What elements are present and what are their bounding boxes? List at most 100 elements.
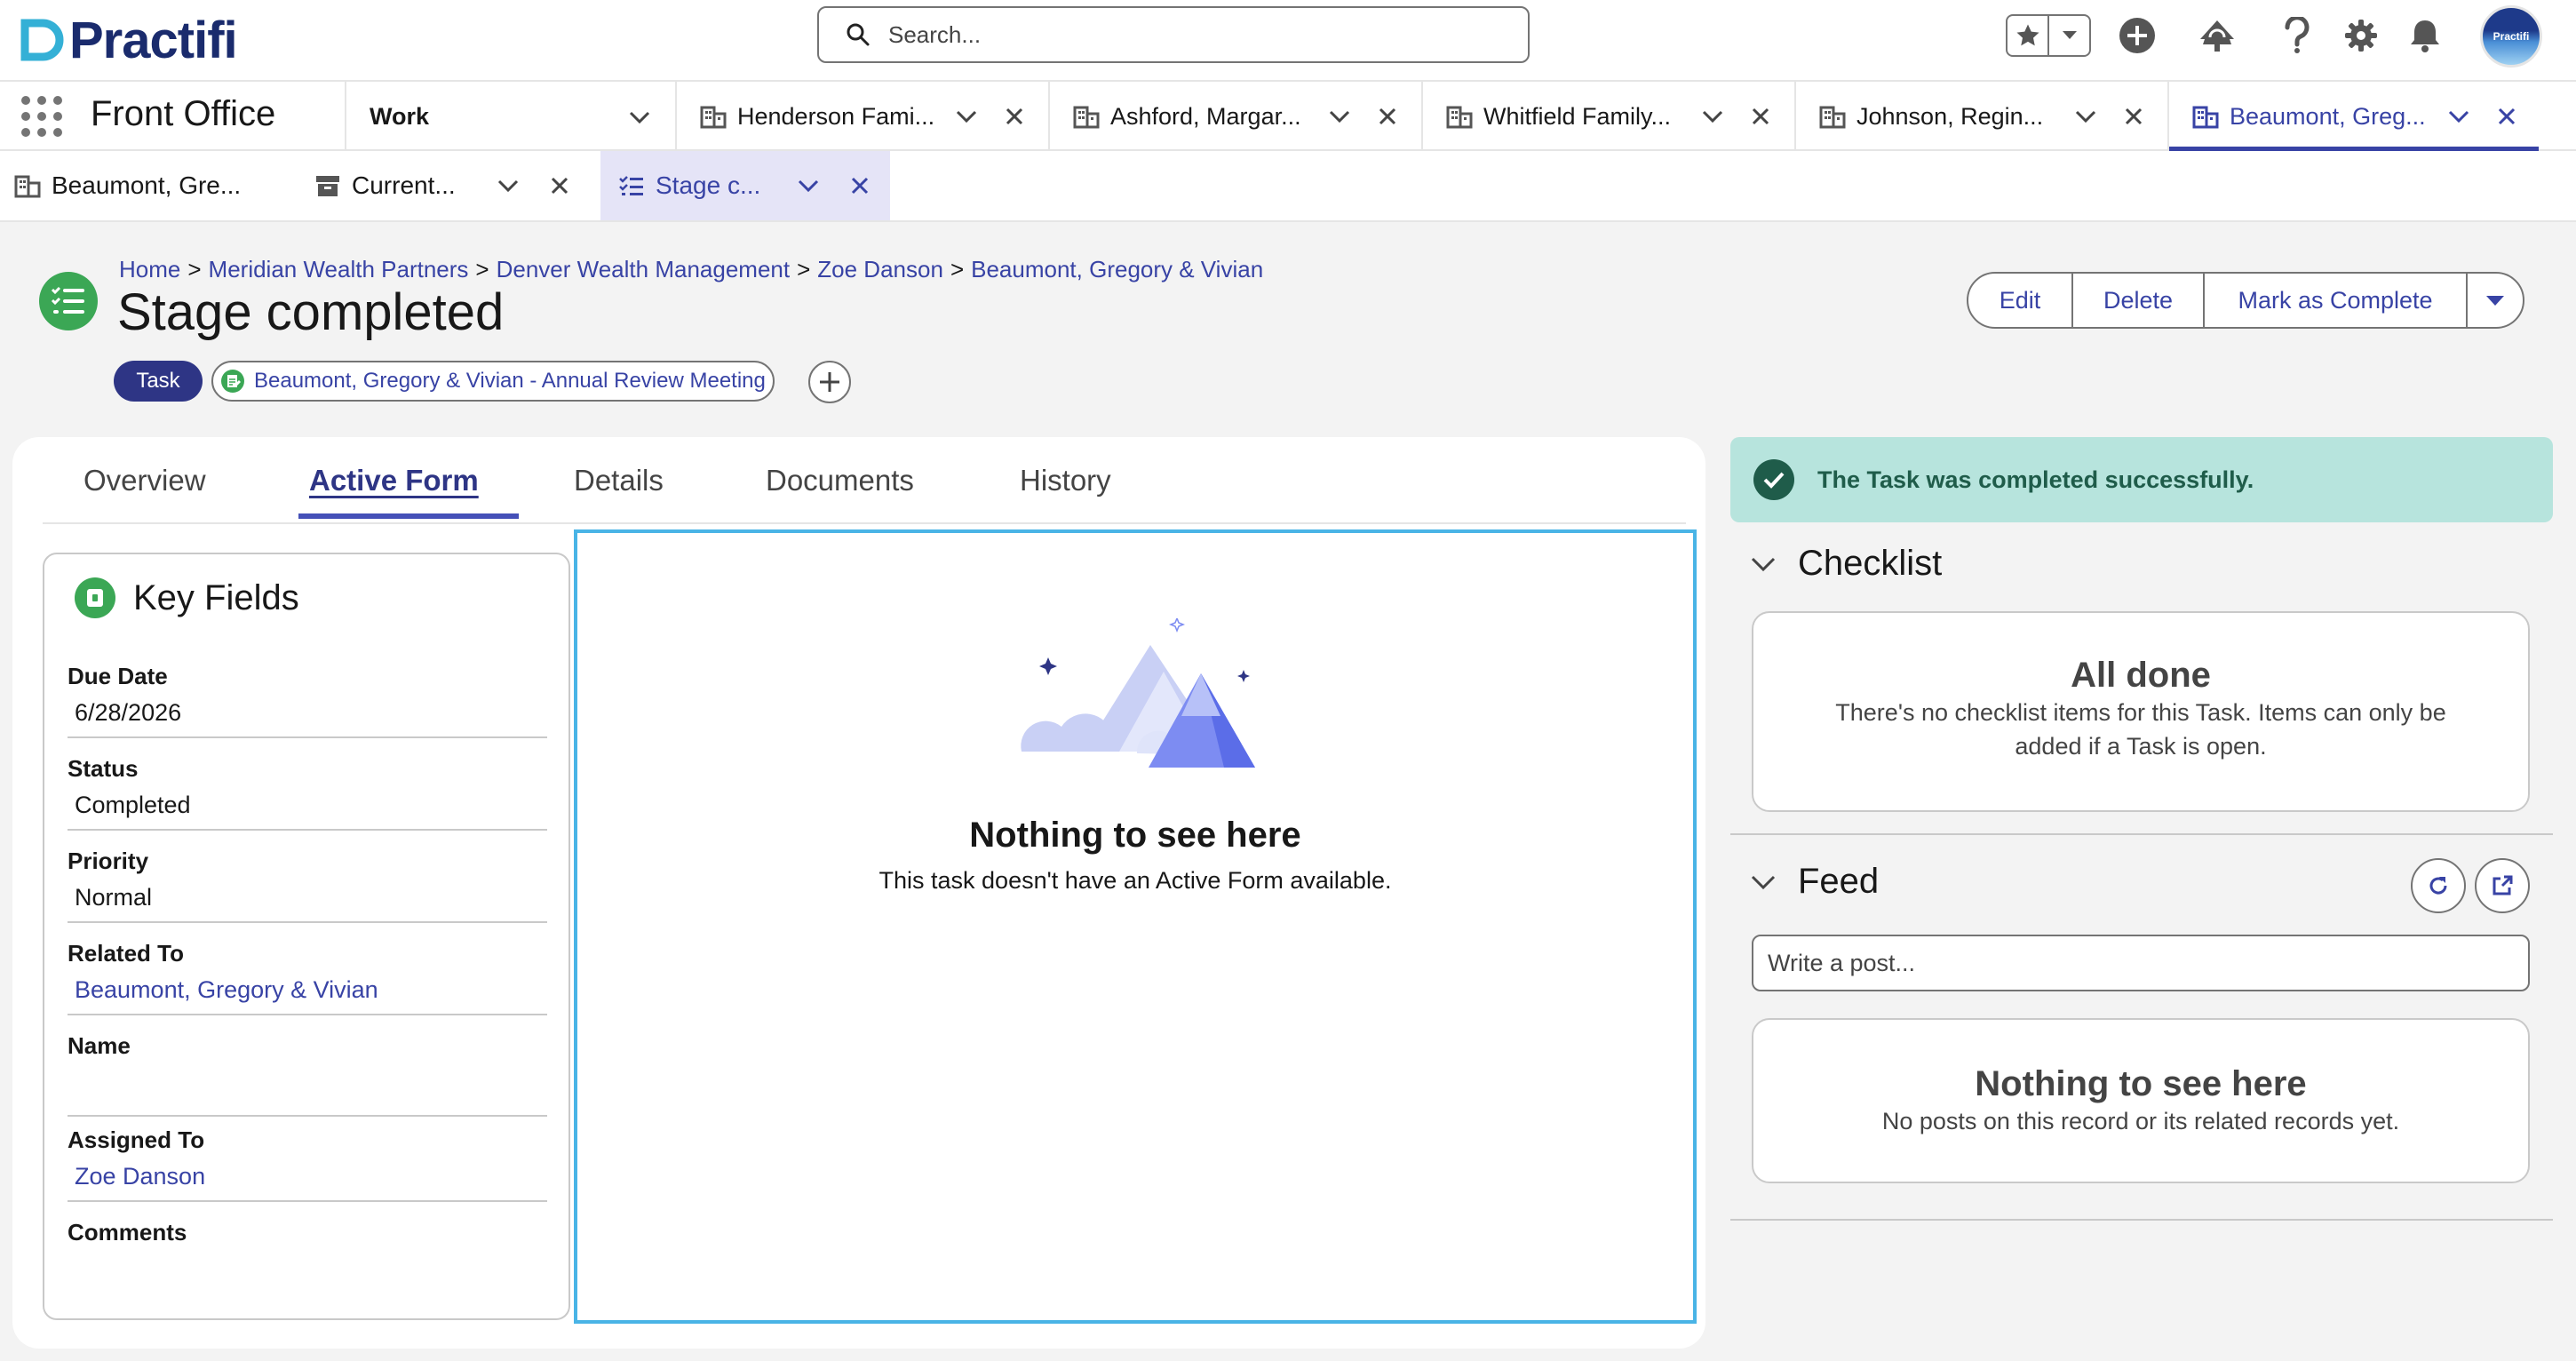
nav-tab-ashford[interactable]: Ashford, Margar... bbox=[1048, 82, 1421, 151]
archive-icon bbox=[316, 176, 339, 196]
gear-icon bbox=[2345, 20, 2377, 52]
toast-message: The Task was completed successfully. bbox=[1817, 466, 2254, 493]
record-tabset: Overview Active Form Details Documents H… bbox=[43, 437, 1686, 524]
nav-tab-label: Whitfield Family... bbox=[1483, 102, 1672, 130]
breadcrumb-meridian[interactable]: Meridian Wealth Partners bbox=[209, 256, 469, 283]
meeting-icon bbox=[221, 370, 244, 393]
notifications-button[interactable] bbox=[2402, 12, 2448, 59]
chevron-down-icon[interactable] bbox=[2446, 104, 2471, 129]
field-assigned-to: Assigned To Zoe Danson bbox=[68, 1126, 547, 1202]
breadcrumb-beaumont[interactable]: Beaumont, Gregory & Vivian bbox=[971, 256, 1263, 283]
subtab-current[interactable]: Current... bbox=[314, 151, 602, 220]
chevron-down-icon bbox=[2062, 31, 2077, 39]
more-actions-button[interactable] bbox=[2468, 274, 2523, 327]
plus-circle-icon bbox=[2119, 18, 2155, 53]
close-icon[interactable] bbox=[2496, 106, 2517, 127]
plus-icon bbox=[820, 372, 839, 392]
open-feed-button[interactable] bbox=[2475, 858, 2530, 913]
nav-work-label: Work bbox=[370, 102, 430, 130]
related-record-pill[interactable]: Beaumont, Gregory & Vivian - Annual Revi… bbox=[211, 361, 775, 402]
chevron-down-icon[interactable] bbox=[1327, 104, 1352, 129]
setup-button[interactable] bbox=[2338, 12, 2384, 59]
tab-history[interactable]: History bbox=[1020, 464, 1111, 497]
record-actions: Edit Delete Mark as Complete bbox=[1967, 272, 2524, 329]
active-tab-indicator bbox=[298, 513, 519, 519]
favorites-menu-button[interactable] bbox=[2049, 16, 2089, 55]
record-main-card: Overview Active Form Details Documents H… bbox=[12, 437, 1705, 1349]
favorites-button[interactable] bbox=[2008, 16, 2049, 55]
global-search[interactable] bbox=[817, 6, 1530, 63]
close-icon[interactable] bbox=[1750, 106, 1771, 127]
chevron-down-icon bbox=[1751, 875, 1776, 889]
related-to-link[interactable]: Beaumont, Gregory & Vivian bbox=[68, 976, 547, 1015]
breadcrumb-denver[interactable]: Denver Wealth Management bbox=[497, 256, 790, 283]
building-icon bbox=[1819, 106, 1846, 129]
active-form-panel: Nothing to see here This task doesn't ha… bbox=[574, 529, 1697, 1324]
refresh-feed-button[interactable] bbox=[2411, 858, 2466, 913]
subtab-beaumont[interactable]: Beaumont, Gre... bbox=[14, 151, 298, 220]
refresh-icon bbox=[2429, 877, 2447, 895]
global-create-button[interactable] bbox=[2114, 12, 2160, 59]
checklist-header[interactable]: Checklist bbox=[1750, 544, 1942, 584]
task-list-icon bbox=[619, 176, 643, 195]
close-icon[interactable] bbox=[849, 175, 871, 196]
field-value: Completed bbox=[68, 792, 547, 831]
checklist-empty-line-2: added if a Task is open. bbox=[2015, 733, 2267, 760]
close-icon[interactable] bbox=[1004, 106, 1025, 127]
feed-empty-title: Nothing to see here bbox=[1975, 1064, 2307, 1103]
breadcrumb-separator: > bbox=[950, 256, 965, 283]
chevron-down-icon[interactable] bbox=[627, 105, 652, 130]
success-toast: The Task was completed successfully. bbox=[1730, 437, 2553, 522]
empty-state-illustration bbox=[1021, 618, 1255, 768]
nav-tab-whitfield[interactable]: Whitfield Family... bbox=[1421, 82, 1794, 151]
add-related-button[interactable] bbox=[808, 361, 851, 403]
key-fields-header: Key Fields bbox=[75, 577, 299, 618]
tab-overview[interactable]: Overview bbox=[83, 464, 206, 497]
task-record-icon bbox=[39, 272, 98, 330]
bell-icon bbox=[2411, 20, 2439, 52]
nav-tab-label: Henderson Fami... bbox=[737, 102, 935, 130]
assigned-to-link[interactable]: Zoe Danson bbox=[68, 1163, 547, 1202]
checklist-empty-card: All done There's no checklist items for … bbox=[1752, 611, 2530, 812]
breadcrumb-home[interactable]: Home bbox=[119, 256, 180, 283]
feed-empty-card: Nothing to see here No posts on this rec… bbox=[1752, 1018, 2530, 1183]
nav-tab-label: Ashford, Margar... bbox=[1110, 102, 1301, 130]
nav-work-item[interactable]: Work bbox=[345, 82, 673, 151]
field-label: Related To bbox=[68, 940, 184, 967]
tab-documents[interactable]: Documents bbox=[766, 464, 914, 497]
practifi-logo[interactable]: Practifi bbox=[20, 7, 238, 73]
mark-complete-button[interactable]: Mark as Complete bbox=[2205, 274, 2468, 327]
user-avatar[interactable]: Practifi bbox=[2480, 5, 2542, 68]
subtab-stage-completed[interactable]: Stage c... bbox=[600, 151, 890, 220]
check-circle-icon bbox=[1753, 459, 1794, 500]
delete-button[interactable]: Delete bbox=[2073, 274, 2205, 327]
field-priority: Priority Normal bbox=[68, 848, 547, 923]
edit-button[interactable]: Edit bbox=[1968, 274, 2073, 327]
close-icon[interactable] bbox=[2123, 106, 2144, 127]
trailhead-button[interactable] bbox=[2194, 12, 2240, 59]
logo-text: Practifi bbox=[69, 11, 238, 69]
chevron-down-icon[interactable] bbox=[1700, 104, 1725, 129]
nav-tab-johnson[interactable]: Johnson, Regin... bbox=[1794, 82, 2167, 151]
close-icon[interactable] bbox=[549, 175, 570, 196]
help-button[interactable] bbox=[2274, 12, 2320, 59]
field-related-to: Related To Beaumont, Gregory & Vivian bbox=[68, 940, 547, 1015]
nav-tab-henderson[interactable]: Henderson Fami... bbox=[675, 82, 1048, 151]
chevron-down-icon[interactable] bbox=[496, 173, 521, 198]
breadcrumb-zoe[interactable]: Zoe Danson bbox=[817, 256, 943, 283]
app-launcher-icon[interactable] bbox=[21, 96, 62, 137]
chevron-down-icon[interactable] bbox=[2073, 104, 2098, 129]
field-name: Name bbox=[68, 1032, 547, 1117]
nav-tab-beaumont[interactable]: Beaumont, Greg... bbox=[2167, 82, 2539, 151]
nav-tab-label: Beaumont, Greg... bbox=[2230, 102, 2426, 130]
tab-details[interactable]: Details bbox=[574, 464, 664, 497]
search-input[interactable] bbox=[888, 20, 1492, 49]
chevron-down-icon[interactable] bbox=[954, 104, 979, 129]
close-icon[interactable] bbox=[1377, 106, 1398, 127]
tab-active-form[interactable]: Active Form bbox=[309, 464, 479, 497]
lock-icon bbox=[75, 577, 115, 618]
write-post-input[interactable] bbox=[1752, 935, 2530, 991]
chevron-down-icon[interactable] bbox=[796, 173, 821, 198]
feed-header[interactable]: Feed bbox=[1750, 862, 1879, 902]
building-icon bbox=[1446, 106, 1473, 129]
